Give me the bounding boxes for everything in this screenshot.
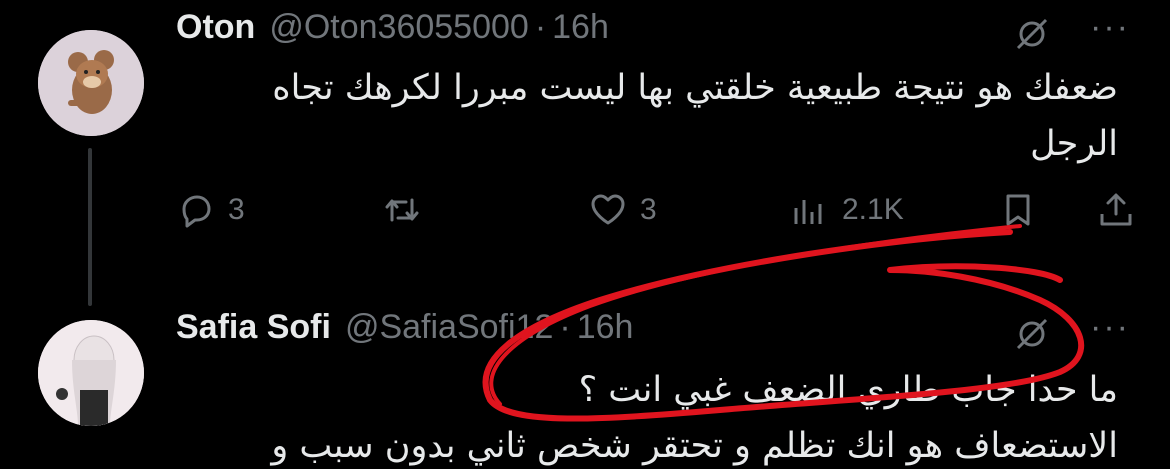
more-icon[interactable]: ··· [1090, 8, 1130, 47]
tweet-header: Safia Sofi @SafiaSofi12 · 16h [176, 308, 633, 347]
views-button[interactable]: 2.1K [790, 190, 904, 230]
share-button[interactable] [1096, 190, 1136, 230]
reply-button[interactable]: 3 [176, 190, 245, 230]
user-handle[interactable]: @SafiaSofi12 [345, 308, 553, 347]
tweet-text: ضعفك هو نتيجة طبيعية خلقتي بها ليست مبرر… [272, 68, 1118, 164]
retweet-button[interactable] [382, 190, 422, 230]
like-icon [591, 194, 625, 225]
avatar-safia[interactable] [38, 320, 144, 426]
display-name[interactable]: Oton [176, 8, 255, 47]
separator-dot: · [534, 8, 547, 46]
avatar-oton[interactable] [38, 30, 144, 136]
views-icon [794, 200, 822, 224]
more-icon[interactable]: ··· [1090, 308, 1130, 347]
user-handle[interactable]: @Oton36055000 [269, 8, 529, 47]
bookmark-button[interactable] [998, 190, 1038, 230]
grok-icon[interactable] [1012, 14, 1052, 54]
timeline: Oton @Oton36055000 · 16h ··· ضعفك هو نتي… [0, 0, 1170, 469]
grok-icon[interactable] [1012, 314, 1052, 354]
girl-avatar-image [38, 320, 144, 426]
like-button[interactable]: 3 [588, 190, 657, 230]
tweet-text-line2: الاستضعاف هو انك تظلم و تحتقر شخص ثاني ب… [271, 426, 1118, 466]
mouse-avatar-image [38, 30, 144, 136]
tweet-time[interactable]: 16h [577, 308, 634, 347]
separator-dot: · [559, 308, 571, 346]
bookmark-icon [1006, 194, 1030, 226]
views-count: 2.1K [842, 193, 904, 226]
tweet-time[interactable]: 16h [552, 8, 609, 47]
thread-line [88, 148, 92, 306]
retweet-icon [385, 198, 419, 222]
tweet-header: Oton @Oton36055000 · 16h [176, 8, 609, 47]
reply-count: 3 [228, 193, 245, 226]
share-icon [1100, 193, 1132, 226]
display-name[interactable]: Safia Sofi [176, 308, 331, 347]
like-count: 3 [640, 193, 657, 226]
reply-icon [182, 195, 211, 228]
tweet-actions: 3 3 2.1K [176, 190, 1146, 234]
tweet-text-line1: ما حدا جاب طاري الضعف غبي انت ؟ [578, 370, 1118, 410]
